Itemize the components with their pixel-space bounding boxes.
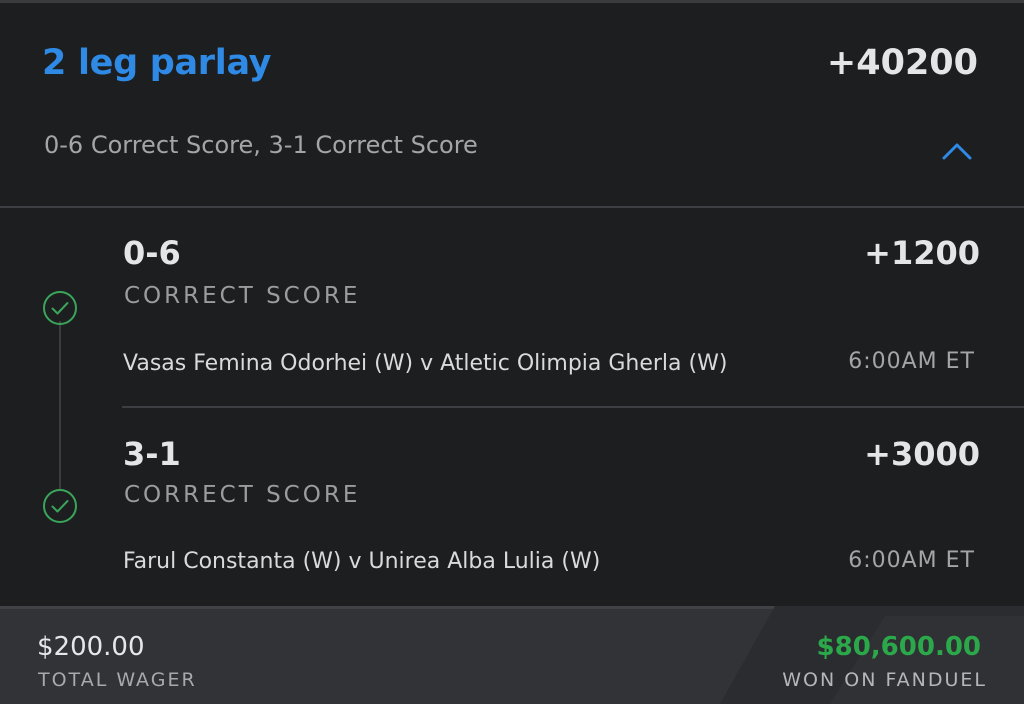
- parlay-odds: +40200: [826, 43, 978, 83]
- bet-footer: $200.00 TOTAL WAGER $80,600.00 WON ON FA…: [0, 606, 1024, 704]
- leg-matchup: Vasas Femina Odorhei (W) v Atletic Olimp…: [123, 351, 728, 376]
- won-label: WON ON FANDUEL: [782, 669, 987, 691]
- leg-score: 0-6: [123, 234, 181, 272]
- leg-matchup: Farul Constanta (W) v Unirea Alba Lulia …: [123, 549, 601, 574]
- leg-divider: [122, 406, 1024, 408]
- leg-time: 6:00AM ET: [848, 349, 975, 374]
- leg-score: 3-1: [123, 435, 181, 473]
- leg-market: CORRECT SCORE: [124, 283, 361, 309]
- won-amount: $80,600.00: [816, 632, 981, 662]
- total-wager-amount: $200.00: [37, 632, 145, 662]
- chevron-up-icon[interactable]: [942, 142, 972, 160]
- leg-time: 6:00AM ET: [848, 548, 975, 573]
- parlay-title: 2 leg parlay: [42, 43, 272, 83]
- parlay-summary: 0-6 Correct Score, 3-1 Correct Score: [44, 131, 478, 159]
- check-circle-icon: [43, 489, 77, 523]
- legs-list: 0-6 +1200 CORRECT SCORE Vasas Femina Odo…: [0, 208, 1024, 606]
- parlay-header[interactable]: 2 leg parlay +40200 0-6 Correct Score, 3…: [0, 3, 1024, 206]
- leg-odds: +3000: [864, 435, 980, 473]
- timeline-line: [59, 321, 61, 491]
- total-wager-label: TOTAL WAGER: [38, 669, 197, 691]
- check-circle-icon: [43, 291, 77, 325]
- leg-odds: +1200: [864, 234, 980, 272]
- bet-card: 2 leg parlay +40200 0-6 Correct Score, 3…: [0, 0, 1024, 704]
- leg-market: CORRECT SCORE: [124, 482, 361, 508]
